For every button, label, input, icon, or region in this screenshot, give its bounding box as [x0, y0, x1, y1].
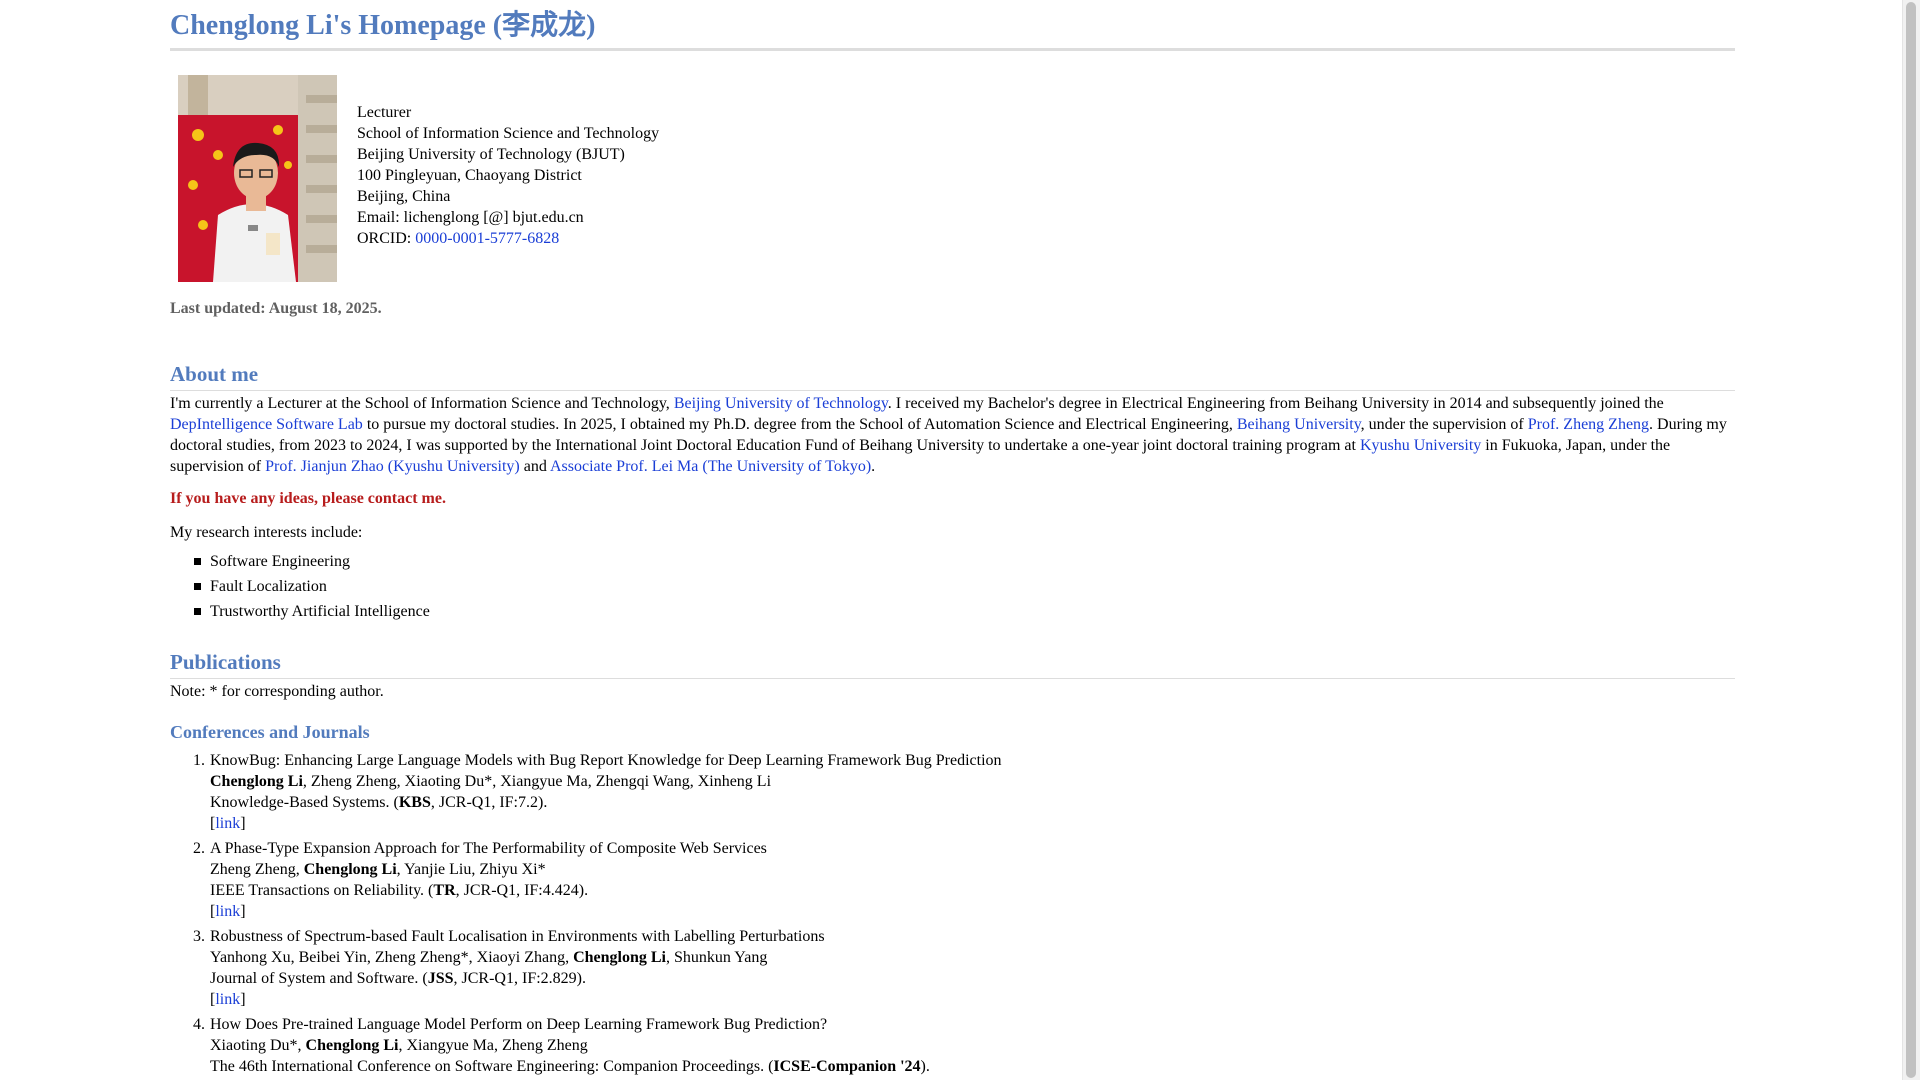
publication-item: 1. KnowBug: Enhancing Large Language Mod…: [193, 750, 1002, 834]
publication-venue: Knowledge-Based Systems. (KBS, JCR-Q1, I…: [210, 794, 548, 811]
about-text-3: to pursue my doctoral studies. In 2025, …: [362, 416, 1237, 433]
publication-number: 1.: [193, 752, 205, 769]
last-updated: Last updated: August 18, 2025.: [170, 300, 382, 317]
publication-number: 3.: [193, 928, 205, 945]
profile-photo-image: [178, 75, 337, 282]
publication-link-row: [link]: [210, 903, 246, 920]
publication-title: How Does Pre-trained Language Model Perf…: [210, 1016, 828, 1033]
link-jianjun-zhao[interactable]: Prof. Jianjun Zhao (Kyushu University): [265, 458, 520, 475]
link-lei-ma[interactable]: Associate Prof. Lei Ma (The University o…: [550, 458, 871, 475]
link-lab[interactable]: DepIntelligence Software Lab: [170, 416, 363, 433]
publication-title: Robustness of Spectrum-based Fault Local…: [210, 928, 825, 945]
contact-me-callout: If you have any ideas, please contact me…: [170, 490, 446, 507]
about-text-8: supervision of: [170, 458, 266, 475]
publication-title: KnowBug: Enhancing Large Language Models…: [210, 752, 1002, 769]
link-kyushu[interactable]: Kyushu University: [1360, 437, 1481, 454]
link-bjut[interactable]: Beijing University of Technology: [674, 395, 888, 412]
role: Lecturer: [357, 104, 412, 121]
publication-list: 1. KnowBug: Enhancing Large Language Mod…: [193, 750, 1002, 1080]
publication-item: 2. A Phase-Type Expansion Approach for T…: [193, 838, 1002, 922]
publication-authors: Yanhong Xu, Beibei Yin, Zheng Zheng*, Xi…: [210, 949, 768, 966]
publication-authors: Zheng Zheng, Chenglong Li, Yanjie Liu, Z…: [210, 861, 546, 878]
interest-item: Trustworthy Artificial Intelligence: [194, 599, 430, 624]
publication-number: 4.: [193, 1016, 205, 1033]
link-zheng-zheng[interactable]: Prof. Zheng Zheng: [1528, 416, 1649, 433]
publication-authors: Chenglong Li, Zheng Zheng, Xiaoting Du*,…: [210, 773, 772, 790]
school: School of Information Science and Techno…: [357, 125, 660, 142]
publications-heading: Publications: [170, 649, 1735, 679]
publication-link-row: [link]: [210, 991, 246, 1008]
about-text-10: .: [871, 458, 876, 475]
scrollbar-thumb[interactable]: [1906, 2, 1916, 1078]
conferences-journals-heading: Conferences and Journals: [170, 722, 370, 742]
publications-note: Note: * for corresponding author.: [170, 683, 384, 700]
publication-venue: The 46th International Conference on Sof…: [210, 1058, 930, 1075]
about-text-6: doctoral studies, from 2023 to 2024, I w…: [170, 437, 1360, 454]
publication-number: 2.: [193, 840, 205, 857]
link-beihang[interactable]: Beihang University: [1237, 416, 1361, 433]
publication-link[interactable]: link: [215, 903, 240, 920]
university: Beijing University of Technology (BJUT): [357, 146, 625, 163]
profile-block: Lecturer School of Information Science a…: [170, 75, 1735, 305]
publication-venue: Journal of System and Software. (JSS, JC…: [210, 970, 586, 987]
publication-item: 4. How Does Pre-trained Language Model P…: [193, 1014, 1002, 1077]
orcid-label: ORCID:: [357, 230, 416, 247]
publication-venue: IEEE Transactions on Reliability. (TR, J…: [210, 882, 589, 899]
about-text-5: . During my: [1649, 416, 1727, 433]
about-text-9: and: [519, 458, 550, 475]
vertical-scrollbar[interactable]: [1902, 0, 1920, 1080]
about-text-7: in Fukuoka, Japan, under the: [1481, 437, 1671, 454]
orcid: ORCID: 0000-0001-5777-6828: [357, 228, 659, 249]
about-text-1: I'm currently a Lecturer at the School o…: [170, 395, 674, 412]
contact-info: Lecturer School of Information Science a…: [357, 102, 659, 249]
about-paragraph: I'm currently a Lecturer at the School o…: [170, 393, 1735, 477]
page-title: Chenglong Li's Homepage (李成龙): [170, 0, 1735, 51]
publication-item: 3. Robustness of Spectrum-based Fault Lo…: [193, 926, 1002, 1010]
publication-link-row: [link]: [210, 815, 246, 832]
about-heading: About me: [170, 361, 1735, 391]
page-content: Chenglong Li's Homepage (李成龙) Lecturer S…: [170, 0, 1735, 1075]
orcid-link[interactable]: 0000-0001-5777-6828: [415, 230, 559, 247]
publication-link[interactable]: link: [215, 815, 240, 832]
interests-intro: My research interests include:: [170, 524, 363, 541]
interest-item: Software Engineering: [194, 549, 430, 574]
email: Email: lichenglong [@] bjut.edu.cn: [357, 209, 584, 226]
publication-title: A Phase-Type Expansion Approach for The …: [210, 840, 767, 857]
interests-list: Software Engineering Fault Localization …: [194, 549, 430, 624]
profile-photo: [178, 75, 337, 282]
interest-item: Fault Localization: [194, 574, 430, 599]
address: 100 Pingleyuan, Chaoyang District: [357, 167, 582, 184]
publication-link[interactable]: link: [215, 991, 240, 1008]
city: Beijing, China: [357, 188, 451, 205]
about-text-2: . I received my Bachelor's degree in Ele…: [887, 395, 1664, 412]
publication-authors: Xiaoting Du*, Chenglong Li, Xiangyue Ma,…: [210, 1037, 588, 1054]
about-text-4: , under the supervision of: [1360, 416, 1528, 433]
